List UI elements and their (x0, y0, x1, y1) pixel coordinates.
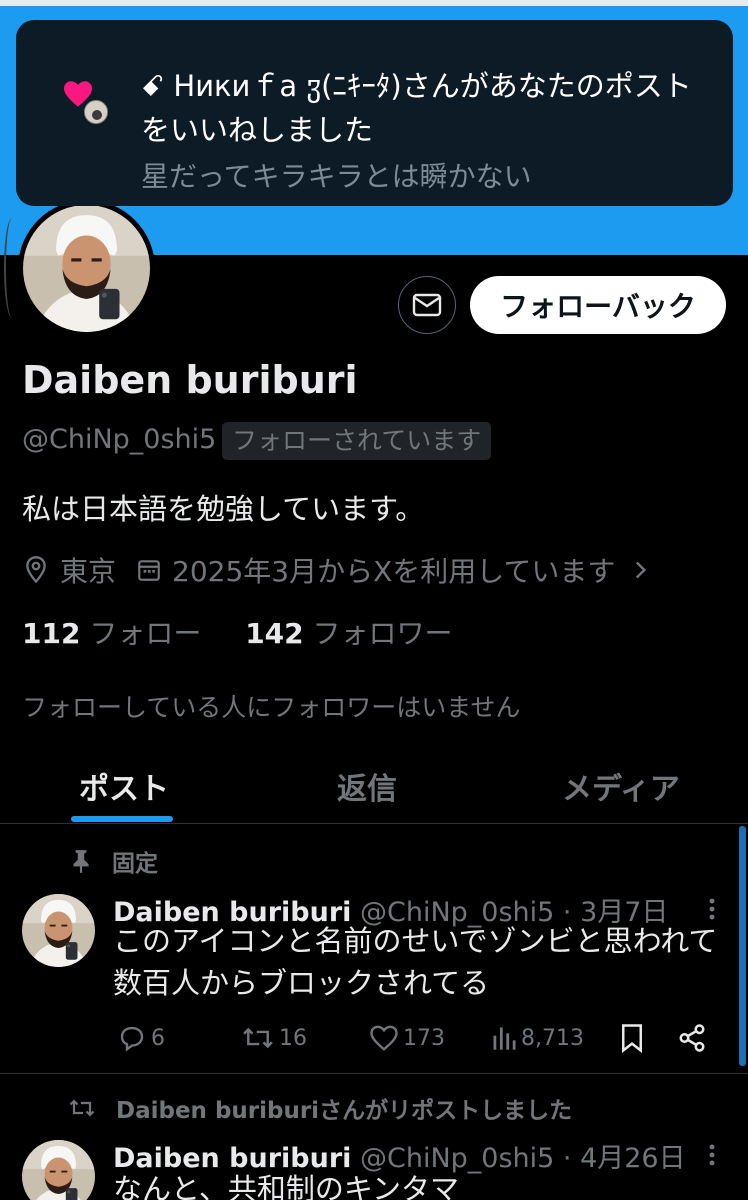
post-text: このアイコンと名前のせいでゾンビと思われて数百人からブロックされてる (113, 924, 718, 1000)
message-button[interactable] (398, 276, 456, 334)
following-label: フォロー (89, 617, 202, 650)
pinned-label: 固定 (70, 844, 158, 878)
following-count: 112 (22, 617, 81, 650)
follow-stats: 112 フォロー 142 フォロワー (22, 612, 453, 652)
post-avatar-image (22, 894, 95, 967)
post-actions: 6 16 173 8,713 (113, 1018, 723, 1058)
notification-post-excerpt: 星だってキラキラとは瞬かない (141, 160, 532, 193)
view-count: 8,713 (521, 1025, 584, 1051)
follows-you-badge: フォローされています (222, 422, 492, 460)
profile-meta: 東京 2025年3月からXを利用しています (22, 550, 653, 590)
profile-bio: 私は日本語を勉強しています。 (22, 492, 425, 526)
tab-replies[interactable]: 返信 (337, 764, 397, 808)
post-divider (0, 1073, 748, 1074)
views-button[interactable]: 8,713 (491, 1018, 584, 1058)
notification-text: ꗃ Никиｆa ჳ(ﾆｷｰﾀ)さんがあなたのポストをいいねしました (141, 64, 716, 152)
pinned-text: 固定 (112, 851, 158, 877)
post-avatar[interactable] (22, 894, 95, 967)
notifier-avatar (84, 100, 108, 124)
views-icon (493, 1027, 516, 1050)
follow-back-button[interactable]: フォローバック (470, 276, 726, 334)
repost-icon (243, 1027, 273, 1049)
more-icon[interactable] (700, 1140, 724, 1170)
no-common-followers-text: フォローしている人にフォロワーはいません (22, 693, 521, 722)
location-pin-icon (26, 556, 46, 584)
like-icon (370, 1025, 398, 1051)
repost-icon (69, 1099, 95, 1117)
reply-count: 6 (151, 1025, 165, 1051)
profile-display-name: Daiben buriburi (22, 358, 358, 402)
like-button[interactable]: 173 (369, 1018, 445, 1058)
bookmark-icon (622, 1024, 642, 1053)
like-notification-toast[interactable]: ꗃ Никиｆa ჳ(ﾆｷｰﾀ)さんがあなたのポストをいいねしました 星だってキ… (16, 20, 733, 206)
bookmark-button[interactable] (619, 1018, 645, 1058)
followers-count: 142 (245, 617, 304, 650)
reply-button[interactable]: 6 (117, 1018, 165, 1058)
post-text: なんと、共和制のキンタマ (113, 1172, 459, 1200)
repost-button[interactable]: 16 (241, 1018, 307, 1058)
followers-label: フォロワー (312, 617, 453, 650)
repost-count: 16 (279, 1025, 307, 1051)
profile-tabs: ポスト 返信 メディア (0, 750, 748, 824)
calendar-icon (138, 560, 160, 581)
reply-icon (120, 1026, 144, 1052)
profile-joined-date[interactable]: 2025年3月からXを利用しています (172, 550, 615, 590)
followers-link[interactable]: 142 フォロワー (245, 617, 452, 650)
following-link[interactable]: 112 フォロー (22, 617, 201, 650)
post-avatar-image (22, 1140, 95, 1200)
pin-icon (73, 850, 89, 873)
share-button[interactable] (677, 1018, 707, 1058)
scrollbar[interactable] (739, 826, 746, 1066)
repost-context: Daiben buriburiさんがリポストしました (68, 1092, 572, 1124)
notification-actor: ꗃ Никиｆa ჳ(ﾆｷｰﾀ) (141, 69, 402, 103)
tab-posts[interactable]: ポスト (79, 764, 169, 808)
active-tab-indicator (71, 816, 173, 822)
share-icon (679, 1024, 705, 1052)
chevron-right-icon[interactable] (627, 557, 653, 583)
status-strip (0, 0, 748, 6)
profile-location: 東京 (60, 555, 117, 588)
tab-media[interactable]: メディア (562, 764, 680, 808)
profile-handle: @ChiNp_0shi5 (22, 424, 217, 455)
profile-avatar-image (23, 205, 150, 332)
mail-icon (412, 293, 442, 317)
post-avatar[interactable] (22, 1140, 95, 1200)
repost-context-text: Daiben buriburiさんがリポストしました (116, 1098, 573, 1124)
profile-avatar[interactable] (18, 200, 155, 337)
like-count: 173 (403, 1025, 445, 1051)
